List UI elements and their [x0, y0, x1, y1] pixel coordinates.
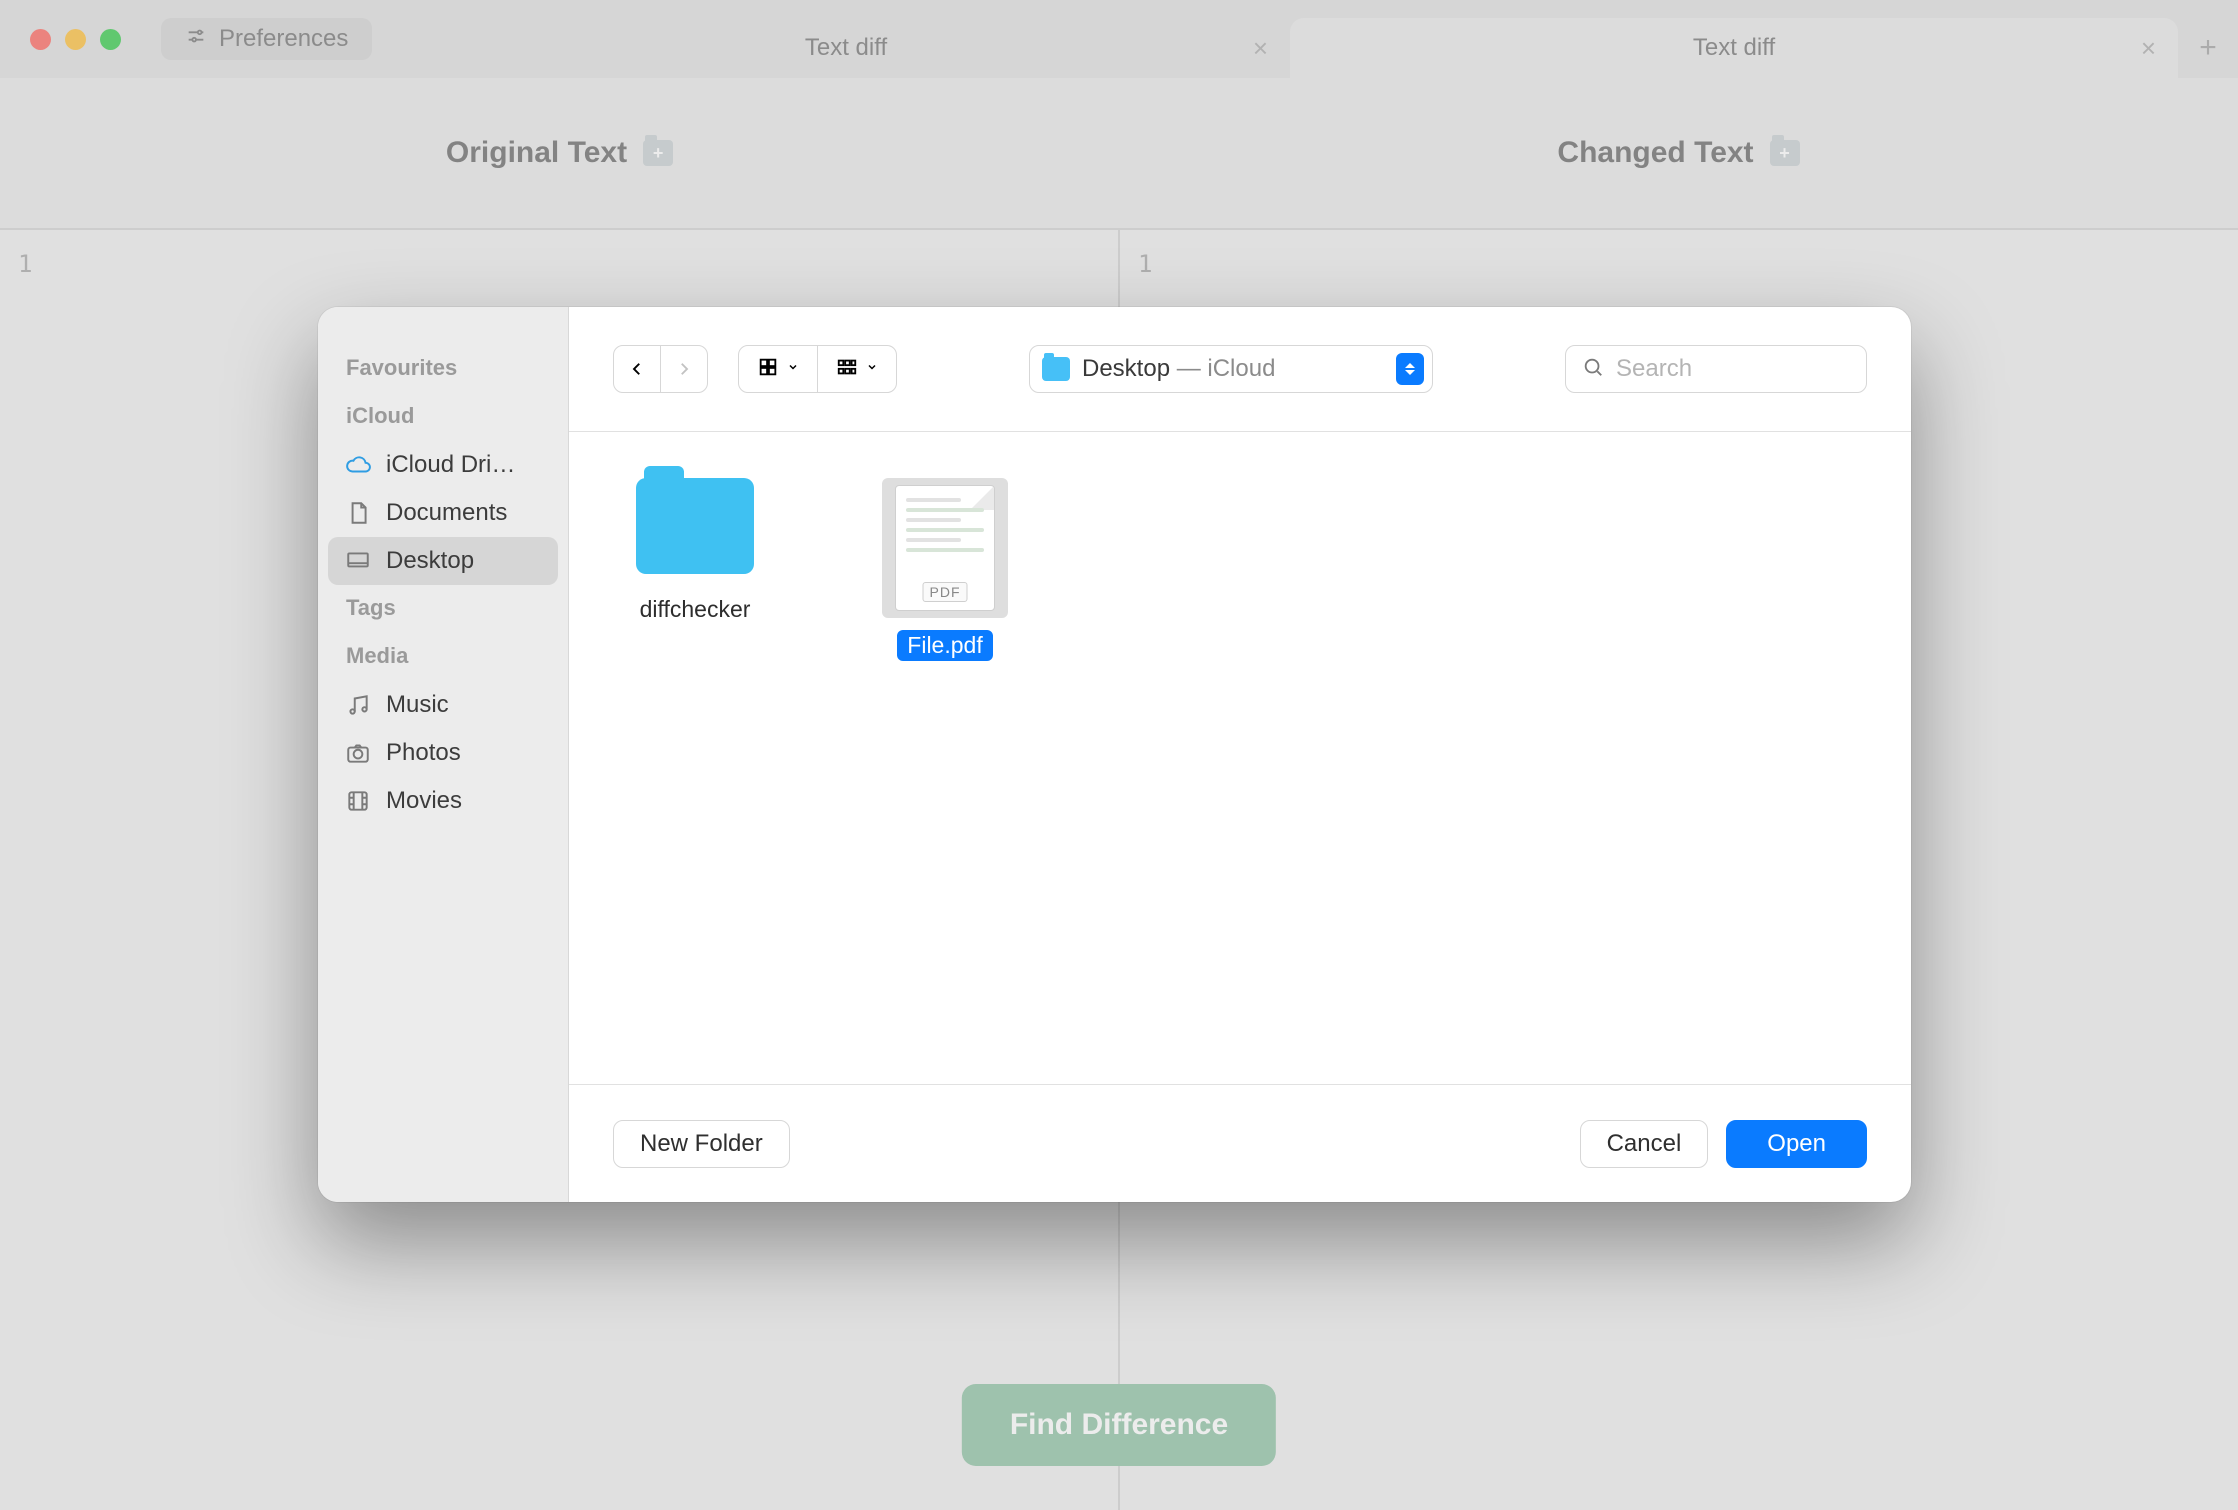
folder-icon [1042, 357, 1070, 381]
desktop-icon [344, 547, 372, 575]
search-field[interactable] [1565, 345, 1867, 393]
sidebar-item-icloud-drive[interactable]: iCloud Dri… [328, 441, 558, 489]
window-close-button[interactable] [30, 29, 51, 50]
file-item[interactable]: PDF File.pdf [875, 478, 1015, 661]
sidebar-item-label: iCloud Dri… [386, 451, 515, 479]
sidebar-section-icloud: iCloud [318, 393, 568, 441]
preferences-button[interactable]: Preferences [161, 18, 372, 60]
dialog-sidebar: Favourites iCloud iCloud Dri… Documents … [318, 307, 569, 1202]
tab-item[interactable]: Text diff × [402, 18, 1290, 78]
tab-bar: Text diff × Text diff × + [402, 18, 2238, 78]
camera-icon [344, 739, 372, 767]
sidebar-item-label: Movies [386, 787, 462, 815]
location-name: Desktop — iCloud [1082, 355, 1275, 383]
location-dropdown[interactable]: Desktop — iCloud [1029, 345, 1433, 393]
line-number: 1 [1138, 250, 1152, 278]
document-icon [344, 499, 372, 527]
original-text-header: Original Text + [0, 136, 1119, 170]
sidebar-item-label: Music [386, 691, 449, 719]
window-zoom-button[interactable] [100, 29, 121, 50]
film-icon [344, 787, 372, 815]
icon-view-button[interactable] [738, 345, 818, 393]
folder-icon [636, 478, 754, 574]
sidebar-item-documents[interactable]: Documents [328, 489, 558, 537]
view-mode-group [738, 345, 897, 393]
nav-back-button[interactable] [613, 345, 661, 393]
tab-label: Text diff [805, 34, 887, 62]
open-file-dialog: Favourites iCloud iCloud Dri… Documents … [318, 307, 1911, 1202]
sidebar-item-desktop[interactable]: Desktop [328, 537, 558, 585]
cloud-icon [344, 451, 372, 479]
window-minimize-button[interactable] [65, 29, 86, 50]
search-icon [1582, 356, 1604, 383]
changed-text-label: Changed Text [1557, 136, 1753, 170]
window-titlebar: Preferences Text diff × Text diff × + [0, 0, 2238, 78]
sliders-icon [185, 25, 207, 54]
nav-forward-button[interactable] [660, 345, 708, 393]
grid-icon [757, 356, 779, 383]
panel-headers: Original Text + Changed Text + [0, 78, 2238, 228]
dialog-main: Desktop — iCloud diffchecker PDF [569, 307, 1911, 1202]
close-icon[interactable]: × [2141, 35, 2156, 61]
sidebar-section-favourites: Favourites [318, 345, 568, 393]
tab-item[interactable]: Text diff × [1290, 18, 2178, 78]
sidebar-item-label: Photos [386, 739, 461, 767]
dropdown-stepper-icon [1396, 353, 1424, 385]
sidebar-section-tags: Tags [318, 585, 568, 633]
line-number: 1 [18, 250, 32, 278]
new-folder-button[interactable]: New Folder [613, 1120, 790, 1168]
music-icon [344, 691, 372, 719]
open-button[interactable]: Open [1726, 1120, 1867, 1168]
add-file-icon[interactable]: + [1770, 140, 1800, 166]
original-text-label: Original Text [446, 136, 627, 170]
grid-group-icon [836, 356, 858, 383]
sidebar-item-photos[interactable]: Photos [328, 729, 558, 777]
file-grid[interactable]: diffchecker PDF File.pdf [569, 432, 1911, 1084]
sidebar-item-label: Desktop [386, 547, 474, 575]
new-tab-button[interactable]: + [2178, 18, 2238, 78]
chevron-down-icon [787, 360, 799, 378]
folder-item[interactable]: diffchecker [625, 478, 765, 625]
traffic-lights [30, 29, 121, 50]
tab-label: Text diff [1693, 34, 1775, 62]
sidebar-item-label: Documents [386, 499, 507, 527]
preferences-label: Preferences [219, 25, 348, 53]
dialog-footer: New Folder Cancel Open [569, 1084, 1911, 1202]
sidebar-section-media: Media [318, 633, 568, 681]
group-view-button[interactable] [817, 345, 897, 393]
sidebar-item-movies[interactable]: Movies [328, 777, 558, 825]
item-label: diffchecker [630, 594, 761, 625]
search-input[interactable] [1616, 355, 1850, 383]
cancel-button[interactable]: Cancel [1580, 1120, 1709, 1168]
changed-text-header: Changed Text + [1119, 136, 2238, 170]
item-label: File.pdf [897, 630, 992, 661]
add-file-icon[interactable]: + [643, 140, 673, 166]
sidebar-item-music[interactable]: Music [328, 681, 558, 729]
close-icon[interactable]: × [1253, 35, 1268, 61]
file-icon: PDF [882, 478, 1008, 618]
dialog-toolbar: Desktop — iCloud [569, 307, 1911, 432]
pdf-badge: PDF [923, 582, 968, 602]
chevron-down-icon [866, 360, 878, 378]
find-difference-button[interactable]: Find Difference [962, 1384, 1276, 1466]
